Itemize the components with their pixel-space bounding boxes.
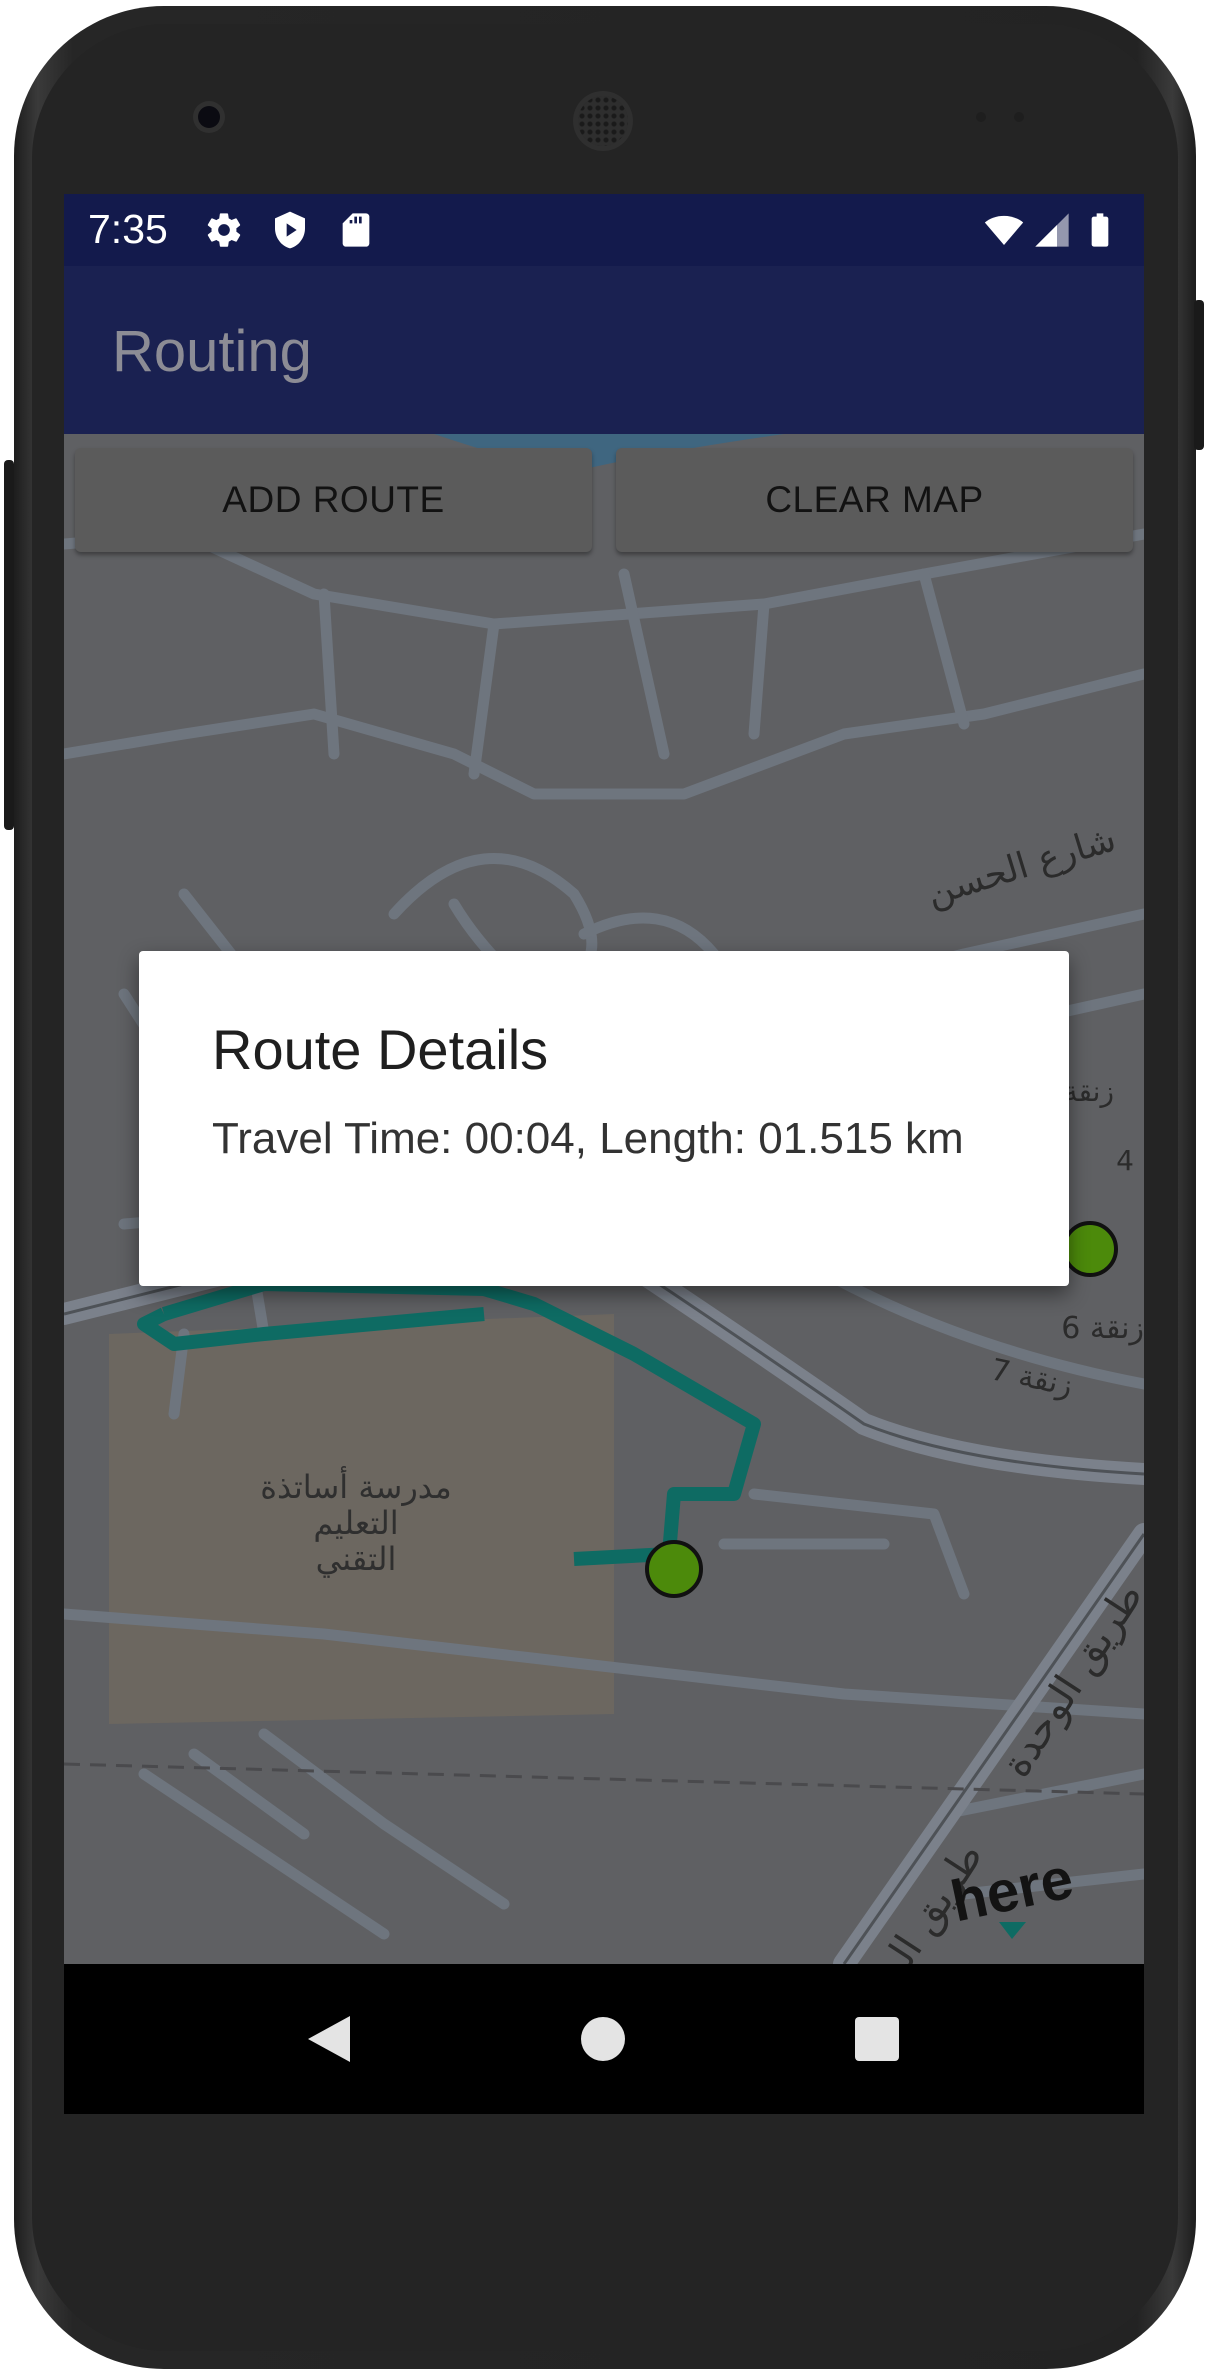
- settings-gear-icon: [207, 213, 241, 247]
- add-route-button[interactable]: ADD ROUTE: [75, 448, 592, 552]
- status-time: 7:35: [88, 206, 168, 252]
- volume-button: [4, 460, 14, 830]
- poi-label-line-2: التعليم: [313, 1504, 398, 1542]
- sd-card-icon: [342, 213, 370, 247]
- wifi-icon: [984, 215, 1024, 245]
- proximity-sensor: [976, 112, 986, 122]
- recents-icon[interactable]: [854, 2016, 900, 2062]
- street-label-7: زنقة: [1064, 1075, 1115, 1108]
- app-bar: Routing: [64, 266, 1144, 434]
- dialog-message: Travel Time: 00:04, Length: 01.515 km: [212, 1114, 964, 1163]
- street-label-6: 4: [1116, 1144, 1134, 1177]
- back-icon[interactable]: [304, 2014, 354, 2064]
- poi-label-line-3: التقني: [316, 1540, 397, 1578]
- light-sensor: [1014, 112, 1024, 122]
- battery-icon: [1091, 213, 1109, 247]
- street-label-5: زنقة 6: [1061, 1311, 1144, 1346]
- power-button: [1194, 300, 1204, 450]
- cell-signal-icon: [1035, 213, 1069, 247]
- home-icon[interactable]: [580, 2016, 626, 2062]
- app-title: Routing: [112, 319, 312, 384]
- destination-marker[interactable]: [1062, 1221, 1118, 1277]
- front-camera: [198, 106, 220, 128]
- dialog-title: Route Details: [212, 1018, 549, 1081]
- phone-screen: 7:35 Routing شارع الحسن طريق الوحدة طريق…: [64, 194, 1144, 2114]
- earpiece-speaker: [578, 96, 628, 146]
- clear-map-button[interactable]: CLEAR MAP: [616, 448, 1133, 552]
- status-bar: 7:35: [64, 194, 1144, 266]
- origin-marker[interactable]: [645, 1540, 703, 1598]
- poi-label-line-1: مدرسة أساتذة: [260, 1466, 451, 1506]
- route-details-dialog[interactable]: Route Details Travel Time: 00:04, Length…: [139, 951, 1069, 1286]
- play-protect-shield-icon: [275, 211, 305, 249]
- navigation-bar: [64, 1964, 1144, 2114]
